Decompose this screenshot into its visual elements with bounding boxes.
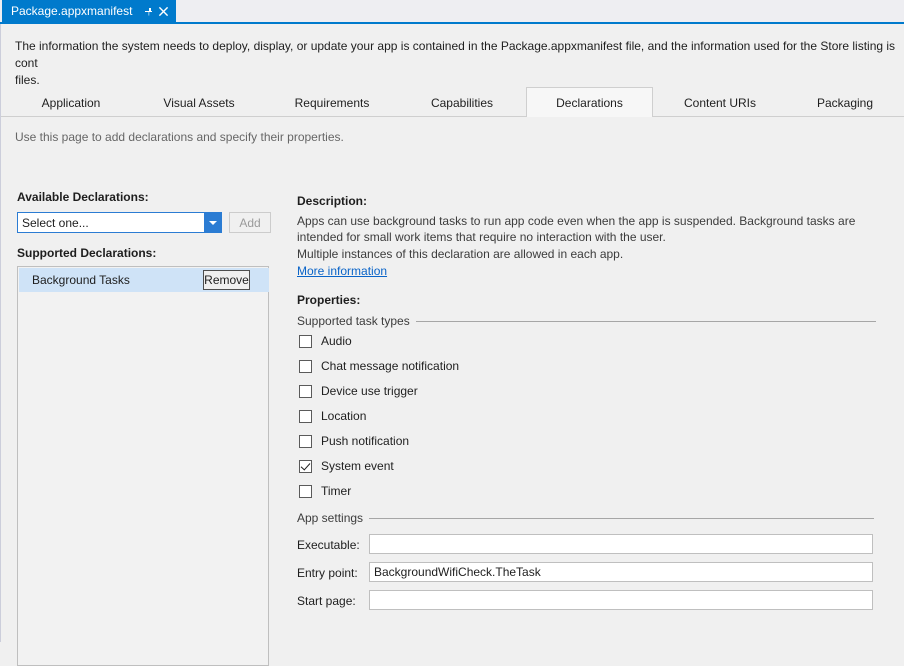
checkbox-row-push-notification[interactable]: Push notification — [299, 433, 409, 449]
checkbox-row-location[interactable]: Location — [299, 408, 366, 424]
checkbox-label-audio: Audio — [321, 334, 352, 348]
checkbox-label-push-notification: Push notification — [321, 434, 410, 448]
group-divider — [415, 320, 876, 322]
start-page-label: Start page: — [297, 594, 356, 608]
checkbox-row-chat-message-notification[interactable]: Chat message notification — [299, 358, 459, 374]
checkbox-label-timer: Timer — [321, 484, 352, 498]
checkbox-device-use-trigger[interactable] — [299, 384, 312, 398]
supported-declarations-label: Supported Declarations: — [17, 246, 157, 260]
executable-input[interactable] — [369, 534, 873, 554]
remove-declaration-button[interactable]: Remove — [203, 270, 250, 290]
description-paragraph-2: Multiple instances of this declaration a… — [297, 247, 624, 261]
checkbox-row-timer[interactable]: Timer — [299, 483, 351, 499]
document-tab-strip: Package.appxmanifest — [0, 0, 904, 22]
checkbox-audio[interactable] — [299, 334, 312, 348]
tab-packaging[interactable]: Packaging — [795, 88, 895, 117]
add-declaration-button[interactable]: Add — [229, 212, 271, 233]
combobox-value: Select one... — [22, 215, 89, 230]
tab-declarations[interactable]: Declarations — [526, 87, 653, 117]
tab-application[interactable]: Application — [17, 88, 125, 117]
checkbox-row-device-use-trigger[interactable]: Device use trigger — [299, 383, 418, 399]
manifest-designer-page: The information the system needs to depl… — [0, 24, 904, 666]
checkbox-system-event[interactable] — [299, 459, 312, 473]
available-declarations-combobox[interactable]: Select one... — [17, 212, 222, 233]
start-page-input[interactable] — [369, 590, 873, 610]
checkbox-location[interactable] — [299, 409, 312, 423]
tab-capabilities[interactable]: Capabilities — [407, 88, 517, 117]
checkbox-row-audio[interactable]: Audio — [299, 333, 352, 349]
description-title: Description: — [297, 194, 368, 208]
group-header-supported-task-types: Supported task types — [297, 314, 876, 328]
tab-visual-assets[interactable]: Visual Assets — [141, 88, 257, 117]
supported-declarations-listbox[interactable]: Background Tasks Remove — [17, 266, 269, 666]
properties-title: Properties: — [297, 293, 361, 307]
checkbox-label-device-use-trigger: Device use trigger — [321, 384, 418, 398]
entry-point-label: Entry point: — [297, 566, 358, 580]
document-tab-package-appxmanifest[interactable]: Package.appxmanifest — [2, 0, 177, 22]
checkbox-label-system-event: System event — [321, 459, 394, 473]
group-header-app-settings: App settings — [297, 511, 875, 525]
tab-requirements[interactable]: Requirements — [273, 88, 391, 117]
checkbox-timer[interactable] — [299, 484, 312, 498]
checkbox-row-system-event[interactable]: System event — [299, 458, 394, 474]
pin-icon[interactable] — [141, 3, 155, 19]
entry-point-input[interactable]: BackgroundWifiCheck.TheTask — [369, 562, 873, 582]
chevron-down-icon[interactable] — [204, 213, 221, 232]
tab-label: Declarations — [556, 95, 623, 110]
checkbox-label-location: Location — [321, 409, 367, 423]
list-item-label: Background Tasks — [32, 273, 130, 287]
group-divider — [369, 517, 875, 519]
group-header-label: App settings — [297, 511, 364, 525]
list-item[interactable]: Background Tasks Remove — [19, 268, 269, 292]
tab-label: Application — [41, 95, 101, 110]
group-header-label: Supported task types — [297, 314, 410, 328]
page-hint: Use this page to add declarations and sp… — [15, 130, 344, 144]
tab-label: Visual Assets — [163, 95, 235, 110]
checkbox-label-chat-message-notification: Chat message notification — [321, 359, 460, 373]
more-information-link[interactable]: More information — [297, 264, 387, 278]
checkbox-chat-message-notification[interactable] — [299, 359, 312, 373]
close-icon[interactable] — [156, 3, 170, 19]
description-paragraph-1: Apps can use background tasks to run app… — [297, 214, 856, 244]
tab-content-uris[interactable]: Content URIs — [663, 88, 777, 117]
available-declarations-label: Available Declarations: — [17, 190, 149, 204]
tab-label: Capabilities — [430, 95, 494, 110]
executable-label: Executable: — [297, 538, 360, 552]
document-tab-label: Package.appxmanifest — [11, 4, 133, 18]
tab-label: Packaging — [816, 95, 874, 110]
checkbox-push-notification[interactable] — [299, 434, 312, 448]
tab-label: Content URIs — [683, 95, 757, 110]
tab-label: Requirements — [294, 95, 370, 110]
page-intro-text: The information the system needs to depl… — [15, 39, 896, 87]
